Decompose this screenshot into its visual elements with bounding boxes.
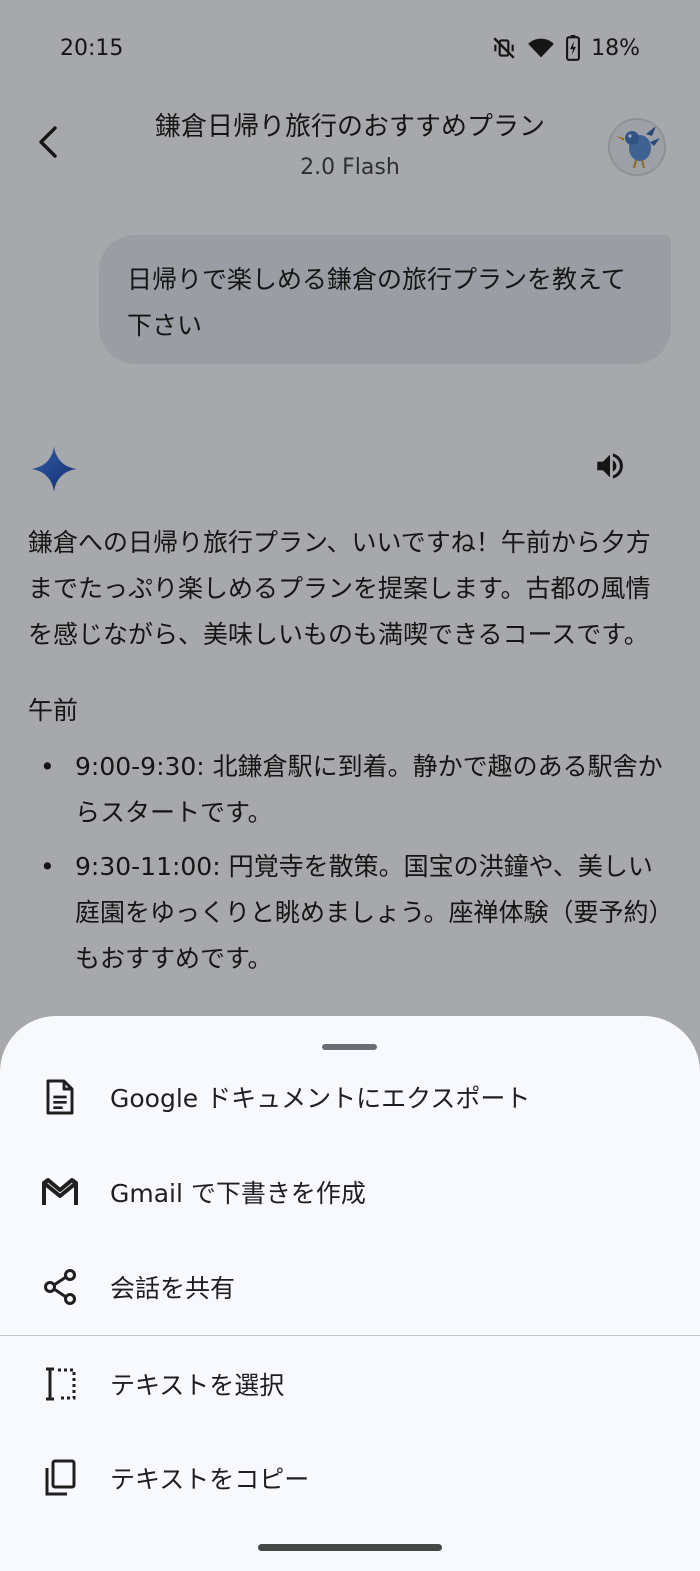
select-text-icon [40, 1364, 80, 1404]
menu-item-copy-text[interactable]: テキストをコピー [0, 1431, 700, 1525]
gmail-icon [40, 1172, 80, 1212]
menu-item-label: Google ドキュメントにエクスポート [110, 1084, 531, 1113]
share-export-sheet: Google ドキュメントにエクスポート Gmail で下書きを作成 会話を共有 [0, 1016, 700, 1571]
gesture-navigation-bar[interactable] [258, 1544, 442, 1551]
menu-item-select-text[interactable]: テキストを選択 [0, 1337, 700, 1431]
menu-item-export-docs[interactable]: Google ドキュメントにエクスポート [0, 1050, 700, 1144]
menu-item-label: Gmail で下書きを作成 [110, 1179, 366, 1208]
menu-divider [0, 1335, 700, 1336]
menu-item-label: テキストをコピー [110, 1465, 310, 1494]
copy-icon [40, 1458, 80, 1498]
menu-item-gmail-draft[interactable]: Gmail で下書きを作成 [0, 1145, 700, 1239]
menu-item-label: 会話を共有 [110, 1274, 236, 1303]
document-icon [40, 1077, 80, 1117]
share-icon [40, 1267, 80, 1307]
menu-item-label: テキストを選択 [110, 1371, 285, 1400]
menu-item-share-conversation[interactable]: 会話を共有 [0, 1240, 700, 1334]
